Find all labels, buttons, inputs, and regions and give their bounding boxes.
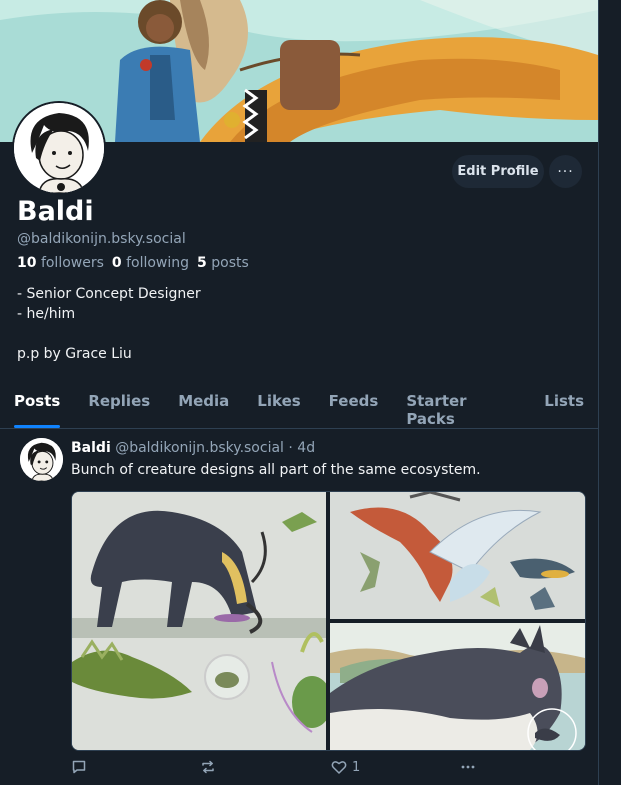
- profile-bio: - Senior Concept Designer - he/him p.p b…: [17, 284, 201, 364]
- profile-column: Edit Profile ··· Baldi @baldikonijn.bsky…: [0, 0, 599, 785]
- feed-post[interactable]: Baldi @baldikonijn.bsky.social · 4d Bunc…: [0, 429, 598, 785]
- bio-line: - Senior Concept Designer: [17, 286, 201, 302]
- profile-more-button[interactable]: ···: [549, 155, 582, 188]
- right-pane: [599, 0, 621, 785]
- post-author-handle[interactable]: @baldikonijn.bsky.social: [115, 440, 284, 456]
- more-icon: ···: [557, 163, 574, 180]
- like-count: 1: [352, 759, 361, 775]
- tab-posts[interactable]: Posts: [0, 384, 74, 428]
- tab-feeds[interactable]: Feeds: [315, 384, 393, 428]
- reply-icon: [72, 760, 86, 774]
- repost-icon: [202, 760, 214, 774]
- repost-button[interactable]: [200, 759, 221, 775]
- following-link[interactable]: 0 following: [112, 255, 189, 271]
- bio-line: - he/him: [17, 306, 76, 322]
- post-separator: ·: [288, 440, 293, 456]
- post-author-avatar[interactable]: [20, 438, 63, 481]
- post-more-button[interactable]: [460, 759, 476, 775]
- post-timestamp[interactable]: 4d: [297, 440, 315, 456]
- post-image-3[interactable]: [330, 623, 585, 750]
- more-icon: [461, 765, 475, 769]
- edit-profile-button[interactable]: Edit Profile: [452, 155, 544, 188]
- bio-line: [17, 324, 201, 344]
- followers-link[interactable]: 10 followers: [17, 255, 104, 271]
- profile-avatar[interactable]: [12, 101, 106, 195]
- post-text: Bunch of creature designs all part of th…: [71, 462, 481, 478]
- post-image-grid: [71, 491, 586, 751]
- tab-starter-packs[interactable]: Starter Packs: [392, 384, 530, 428]
- post-image-2[interactable]: [330, 492, 585, 619]
- tab-replies[interactable]: Replies: [74, 384, 164, 428]
- tab-media[interactable]: Media: [164, 384, 243, 428]
- display-name: Baldi: [17, 196, 94, 227]
- posts-count: 5 posts: [197, 255, 249, 271]
- post-actions: 1: [71, 759, 491, 779]
- reply-button[interactable]: [71, 759, 92, 775]
- tab-lists[interactable]: Lists: [530, 384, 598, 428]
- tab-likes[interactable]: Likes: [243, 384, 314, 428]
- profile-stats: 10 followers 0 following 5 posts: [17, 255, 249, 271]
- like-icon: [331, 761, 347, 774]
- post-author-name[interactable]: Baldi: [71, 440, 111, 456]
- profile-handle: @baldikonijn.bsky.social: [17, 231, 186, 247]
- profile-tabs: Posts Replies Media Likes Feeds Starter …: [0, 384, 598, 429]
- bio-line: p.p by Grace Liu: [17, 346, 132, 362]
- like-button[interactable]: 1: [331, 759, 360, 775]
- post-header: Baldi @baldikonijn.bsky.social · 4d: [71, 440, 315, 456]
- post-image-1[interactable]: [72, 492, 326, 750]
